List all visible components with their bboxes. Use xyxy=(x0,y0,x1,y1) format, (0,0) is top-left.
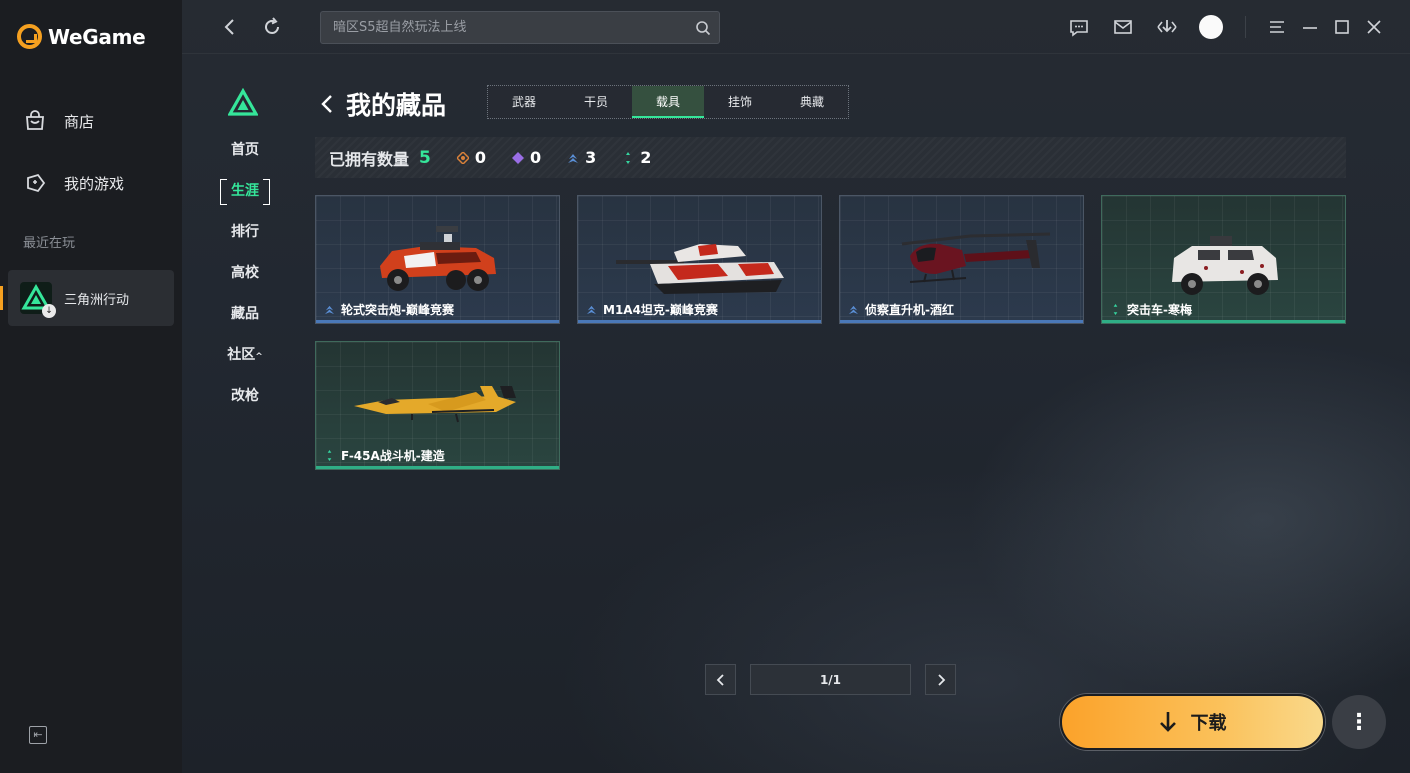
search-box[interactable] xyxy=(320,11,720,44)
sidebar-item-my-games[interactable]: 我的游戏 xyxy=(24,172,124,194)
subnav-item-gunsmith[interactable]: 改枪 xyxy=(220,384,270,408)
green-dots-icon xyxy=(626,151,631,164)
blue-chevrons-icon xyxy=(568,153,579,163)
download-manager-icon[interactable] xyxy=(1157,17,1177,37)
chevron-right-icon xyxy=(938,674,946,686)
user-avatar[interactable] xyxy=(1199,15,1223,39)
subnav-item-college[interactable]: 高校 xyxy=(220,261,270,285)
item-card[interactable]: M1A4坦克-巅峰竞赛 xyxy=(577,195,822,324)
shopping-bag-icon xyxy=(26,110,44,130)
page-indicator: 1/1 xyxy=(750,664,911,695)
wegame-logo-icon xyxy=(17,24,42,49)
owned-label: 已拥有数量 xyxy=(329,149,410,169)
page-header: 我的藏品 xyxy=(318,86,446,122)
back-arrow-icon[interactable] xyxy=(220,17,240,37)
download-label: 下载 xyxy=(1190,713,1227,734)
tab-vehicles[interactable]: 载具 xyxy=(632,86,704,118)
recent-label: 最近在玩 xyxy=(23,236,76,251)
page-title: 我的藏品 xyxy=(346,91,447,120)
rarity-count: 0 xyxy=(474,148,486,167)
mail-icon[interactable] xyxy=(1113,17,1133,37)
green-dots-icon xyxy=(1113,304,1118,315)
item-name: 轮式突击炮-巅峰竞赛 xyxy=(341,303,454,317)
rarity-count-orange: 0 xyxy=(456,148,486,167)
close-icon[interactable] xyxy=(1364,17,1384,37)
next-page-button[interactable] xyxy=(925,664,956,695)
rarity-count: 0 xyxy=(530,148,542,167)
chevron-up-icon: ^ xyxy=(255,352,263,362)
tab-weapons[interactable]: 武器 xyxy=(488,86,560,118)
rarity-count: 2 xyxy=(640,148,652,167)
logo-text: WeGame xyxy=(48,24,146,49)
download-button[interactable]: 下载 xyxy=(1060,694,1325,750)
download-arrow-icon xyxy=(1159,712,1176,732)
orange-diamond-icon xyxy=(456,151,469,164)
tab-charms[interactable]: 挂饰 xyxy=(704,86,776,118)
back-chevron-icon[interactable] xyxy=(318,92,338,116)
maximize-icon[interactable] xyxy=(1332,17,1352,37)
item-name: F-45A战斗机-建造 xyxy=(341,449,445,463)
subnav-item-ranking[interactable]: 排行 xyxy=(220,220,270,244)
collapse-sidebar-icon[interactable]: ⇤ xyxy=(29,726,47,744)
wegame-logo[interactable]: WeGame xyxy=(17,24,146,49)
recent-game-name: 三角洲行动 xyxy=(64,292,130,308)
search-icon[interactable] xyxy=(695,20,711,36)
chevron-left-icon xyxy=(716,674,724,686)
subnav-item-career[interactable]: 生涯 xyxy=(220,179,270,205)
app-sidebar: WeGame 商店 我的游戏 最近在玩 ↓ 三角洲行动 ⇤ xyxy=(0,0,182,773)
blue-chevrons-icon xyxy=(586,305,597,315)
minimize-icon[interactable] xyxy=(1300,17,1320,37)
chat-icon[interactable] xyxy=(1069,17,1089,37)
item-name: 侦察直升机-酒红 xyxy=(865,303,954,317)
rarity-count-blue: 3 xyxy=(567,148,596,167)
download-badge-icon: ↓ xyxy=(42,304,56,318)
item-label: M1A4坦克-巅峰竞赛 xyxy=(586,301,718,318)
more-options-button[interactable]: ⋮ xyxy=(1332,695,1386,749)
prev-page-button[interactable] xyxy=(705,664,736,695)
item-label: 侦察直升机-酒红 xyxy=(848,301,954,318)
subnav-item-home[interactable]: 首页 xyxy=(220,138,270,162)
game-thumbnail: ↓ xyxy=(20,282,56,318)
rarity-count: 3 xyxy=(585,148,597,167)
item-card[interactable]: 轮式突击炮-巅峰竞赛 xyxy=(315,195,560,324)
tab-operators[interactable]: 干员 xyxy=(560,86,632,118)
owned-total: 5 xyxy=(419,147,431,168)
item-card[interactable]: 突击车-寒梅 xyxy=(1101,195,1346,324)
item-name: M1A4坦克-巅峰竞赛 xyxy=(603,303,718,317)
divider xyxy=(1245,16,1246,38)
item-card[interactable]: 侦察直升机-酒红 xyxy=(839,195,1084,324)
item-label: F-45A战斗机-建造 xyxy=(324,447,445,464)
refresh-icon[interactable] xyxy=(262,17,282,37)
item-name: 突击车-寒梅 xyxy=(1127,303,1192,317)
subnav-community-label: 社区 xyxy=(227,347,256,363)
owned-count-bar: 已拥有数量 5 0 0 3 2 xyxy=(315,137,1346,178)
item-label: 突击车-寒梅 xyxy=(1110,301,1192,318)
search-input[interactable] xyxy=(321,12,719,43)
delta-force-logo-icon[interactable] xyxy=(228,88,258,118)
top-bar xyxy=(182,0,1410,54)
rarity-count-purple: 0 xyxy=(512,148,541,167)
subnav-item-collection[interactable]: 藏品 xyxy=(220,302,270,326)
blue-chevrons-icon xyxy=(848,305,859,315)
gamepad-icon xyxy=(27,173,46,193)
green-dots-icon xyxy=(327,450,332,461)
rarity-count-green: 2 xyxy=(622,148,651,167)
subnav-item-community[interactable]: 社区^ xyxy=(220,343,270,367)
sidebar-item-store[interactable]: 商店 xyxy=(24,110,94,132)
sidebar-item-label: 商店 xyxy=(64,112,95,131)
recent-game-card[interactable]: ↓ 三角洲行动 xyxy=(0,270,174,326)
purple-diamond-icon xyxy=(512,151,524,164)
item-label: 轮式突击炮-巅峰竞赛 xyxy=(324,301,454,318)
menu-icon[interactable] xyxy=(1267,17,1287,37)
item-card[interactable]: F-45A战斗机-建造 xyxy=(315,341,560,470)
category-tabs: 武器 干员 载具 挂饰 典藏 xyxy=(487,85,849,119)
blue-chevrons-icon xyxy=(324,305,335,315)
main-area: 首页 生涯 排行 高校 藏品 社区^ 改枪 我的藏品 武器 干员 载具 挂饰 典… xyxy=(182,0,1410,773)
sidebar-item-label: 我的游戏 xyxy=(64,174,125,193)
tab-collection[interactable]: 典藏 xyxy=(776,86,848,118)
